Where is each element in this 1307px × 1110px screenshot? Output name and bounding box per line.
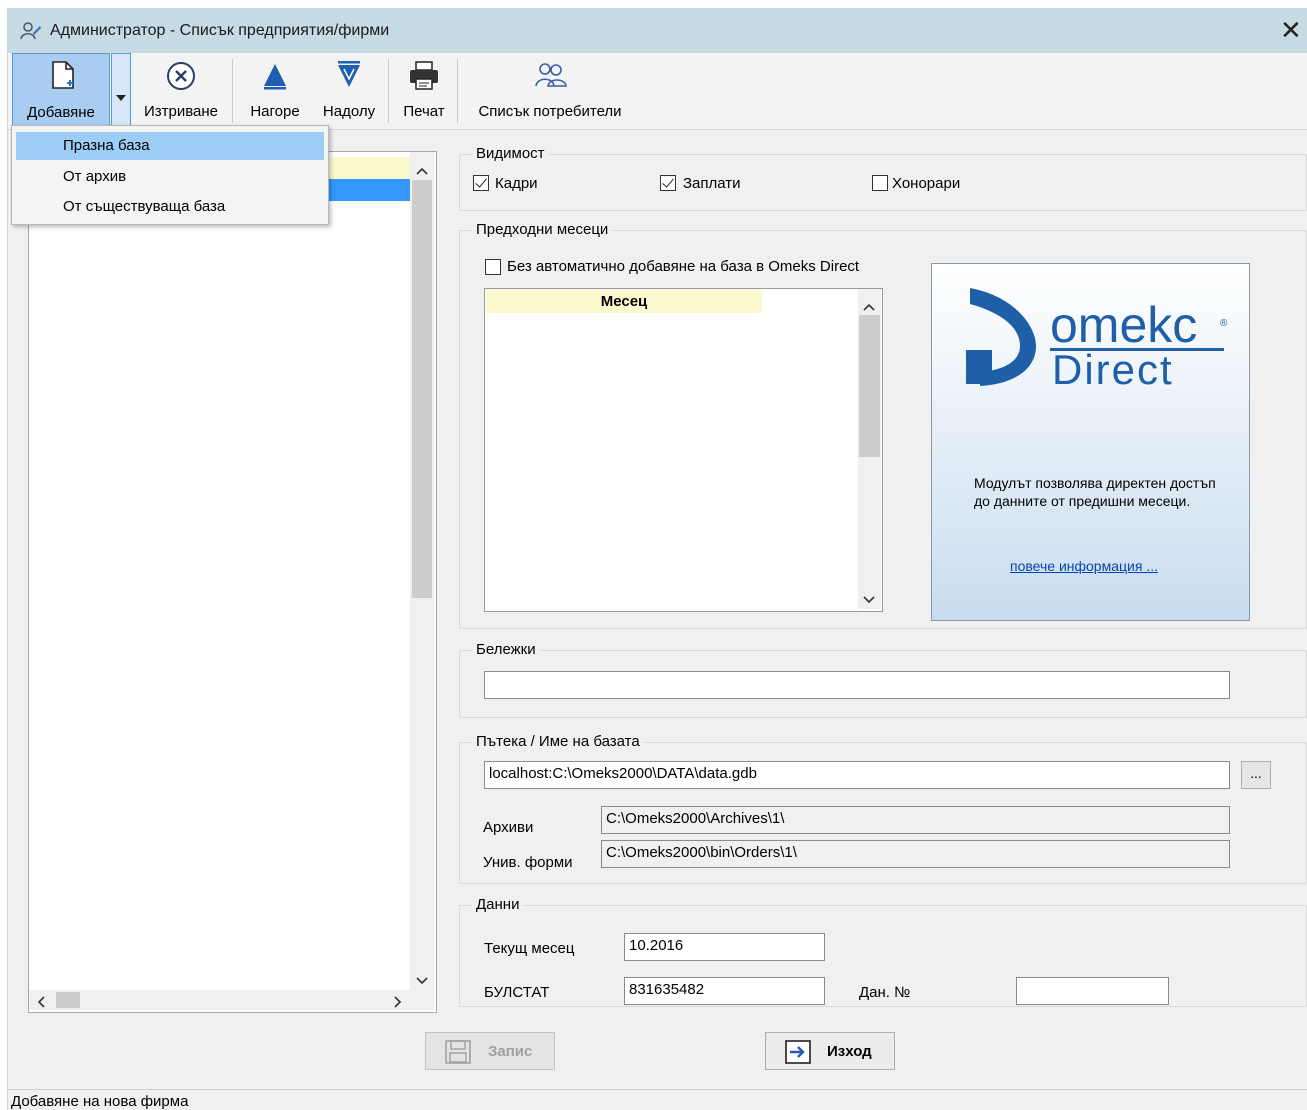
exit-button[interactable]: Изход [765, 1032, 895, 1070]
no-auto-add-checkbox[interactable] [485, 259, 501, 275]
months-scroll-thumb[interactable] [859, 315, 880, 457]
arrow-down-icon [336, 60, 362, 92]
current-month-input[interactable]: 10.2016 [624, 933, 825, 961]
omeks-direct-logo: omekc Direct ® [964, 286, 1234, 393]
arrow-up-icon [262, 62, 288, 94]
exit-button-label: Изход [827, 1043, 872, 1060]
archives-path-input[interactable]: C:\Omeks2000\Archives\1\ [601, 806, 1230, 834]
toolbar-separator [457, 59, 458, 123]
new-document-icon [50, 60, 76, 94]
list-hscroll-thumb[interactable] [56, 992, 80, 1008]
months-list[interactable]: Месец [484, 288, 883, 612]
notes-input[interactable] [484, 671, 1230, 699]
status-bar: Добавяне на нова фирма [8, 1089, 1307, 1110]
more-info-link[interactable]: повече информация ... [1010, 558, 1158, 574]
menu-item-from-archive[interactable]: От архив [16, 163, 324, 191]
omeks-direct-panel: omekc Direct ® Модулът позволява директе… [931, 263, 1250, 621]
prev-months-group: Предходни месеци Без автоматично добавян… [459, 221, 1307, 629]
add-dropdown-button[interactable] [111, 53, 131, 127]
forms-path-input[interactable]: C:\Omeks2000\bin\Orders\1\ [601, 840, 1230, 868]
floppy-disk-icon [445, 1040, 471, 1068]
printer-icon [408, 61, 440, 95]
save-button-label: Запис [488, 1043, 533, 1060]
scroll-up-icon[interactable] [416, 162, 428, 179]
title-bar: Администратор - Списък предприятия/фирми… [8, 9, 1307, 53]
promo-description: Модулът позволява директен достъп до дан… [974, 475, 1216, 509]
notes-group: Бележки [459, 641, 1307, 718]
bulstat-input[interactable]: 831635482 [624, 977, 825, 1005]
data-group: Данни Текущ месец 10.2016 БУЛСТАТ 831635… [459, 896, 1307, 1007]
honorari-label: Хонорари [892, 175, 961, 192]
honorari-checkbox[interactable] [872, 175, 888, 191]
add-button[interactable]: Добавяне [12, 53, 110, 127]
move-down-button[interactable]: Надолу [313, 53, 385, 127]
archives-label: Архиви [483, 819, 534, 836]
move-up-button[interactable]: Нагоре [242, 53, 308, 127]
print-button-label: Печат [403, 103, 445, 120]
users-list-button[interactable]: Списък потребители [464, 53, 636, 127]
users-icon [534, 61, 568, 93]
kadri-label: Кадри [495, 175, 538, 192]
scroll-down-icon[interactable] [416, 972, 428, 989]
scroll-up-icon[interactable] [863, 298, 875, 315]
zaplati-checkbox[interactable] [660, 175, 676, 191]
scroll-down-icon[interactable] [863, 591, 875, 608]
admin-user-icon [20, 21, 42, 45]
current-month-label: Текущ месец [484, 940, 575, 957]
add-button-label: Добавяне [27, 104, 95, 121]
no-auto-add-label: Без автоматично добавяне на база в Omeks… [507, 258, 860, 275]
month-column-header[interactable]: Месец [486, 290, 762, 313]
company-list[interactable] [28, 151, 437, 1013]
db-path-input[interactable]: localhost:C:\Omeks2000\DATA\data.gdb [484, 761, 1230, 789]
prev-months-legend: Предходни месеци [472, 221, 613, 238]
svg-text:®: ® [1220, 318, 1228, 329]
tax-no-label: Дан. № [859, 984, 911, 1001]
status-text: Добавяне на нова фирма [11, 1093, 189, 1110]
scroll-right-icon[interactable] [394, 995, 402, 1012]
chevron-down-icon [116, 88, 126, 105]
visibility-legend: Видимост [472, 145, 549, 162]
move-up-label: Нагоре [250, 103, 300, 120]
bulstat-label: БУЛСТАТ [484, 984, 550, 1001]
print-button[interactable]: Печат [394, 53, 454, 127]
move-down-label: Надолу [322, 103, 376, 120]
exit-arrow-icon [784, 1040, 812, 1068]
toolbar-separator [388, 59, 389, 123]
toolbar: Добавяне Изтриване Нагоре Надолу Печат С… [8, 53, 1307, 130]
toolbar-separator [232, 59, 233, 123]
menu-item-empty-db[interactable]: Празна база [16, 132, 324, 160]
save-button[interactable]: Запис [425, 1032, 555, 1070]
zaplati-label: Заплати [683, 175, 741, 192]
list-horizontal-scrollbar[interactable] [29, 990, 434, 1010]
menu-item-from-existing-db[interactable]: От съществуваща база [16, 193, 324, 221]
delete-icon [165, 60, 197, 96]
close-icon[interactable]: ✕ [1280, 17, 1302, 43]
path-group: Пътека / Име на базата localhost:C:\Omek… [459, 733, 1307, 884]
delete-button[interactable]: Изтриване [134, 53, 228, 127]
forms-label: Унив. форми [483, 854, 573, 871]
scroll-left-icon[interactable] [37, 995, 45, 1012]
data-legend: Данни [472, 896, 524, 913]
browse-button[interactable]: ... [1241, 761, 1271, 789]
kadri-checkbox[interactable] [473, 175, 489, 191]
list-vertical-scrollbar[interactable] [410, 152, 434, 990]
months-scrollbar[interactable] [858, 289, 881, 609]
path-legend: Пътека / Име на базата [472, 733, 644, 750]
notes-legend: Бележки [472, 641, 540, 658]
users-list-label: Списък потребители [478, 103, 622, 120]
list-scroll-thumb[interactable] [412, 180, 432, 598]
delete-button-label: Изтриване [143, 103, 219, 120]
visibility-group: Видимост Кадри Заплати Хонорари [459, 145, 1307, 211]
svg-text:omekc: omekc [1050, 297, 1197, 353]
add-dropdown-menu: Празна база От архив От съществуваща баз… [11, 125, 329, 225]
svg-text:Direct: Direct [1052, 346, 1174, 386]
window-title: Администратор - Списък предприятия/фирми [50, 22, 390, 39]
tax-no-input[interactable] [1016, 977, 1169, 1005]
main-window: Администратор - Списък предприятия/фирми… [7, 8, 1307, 1110]
